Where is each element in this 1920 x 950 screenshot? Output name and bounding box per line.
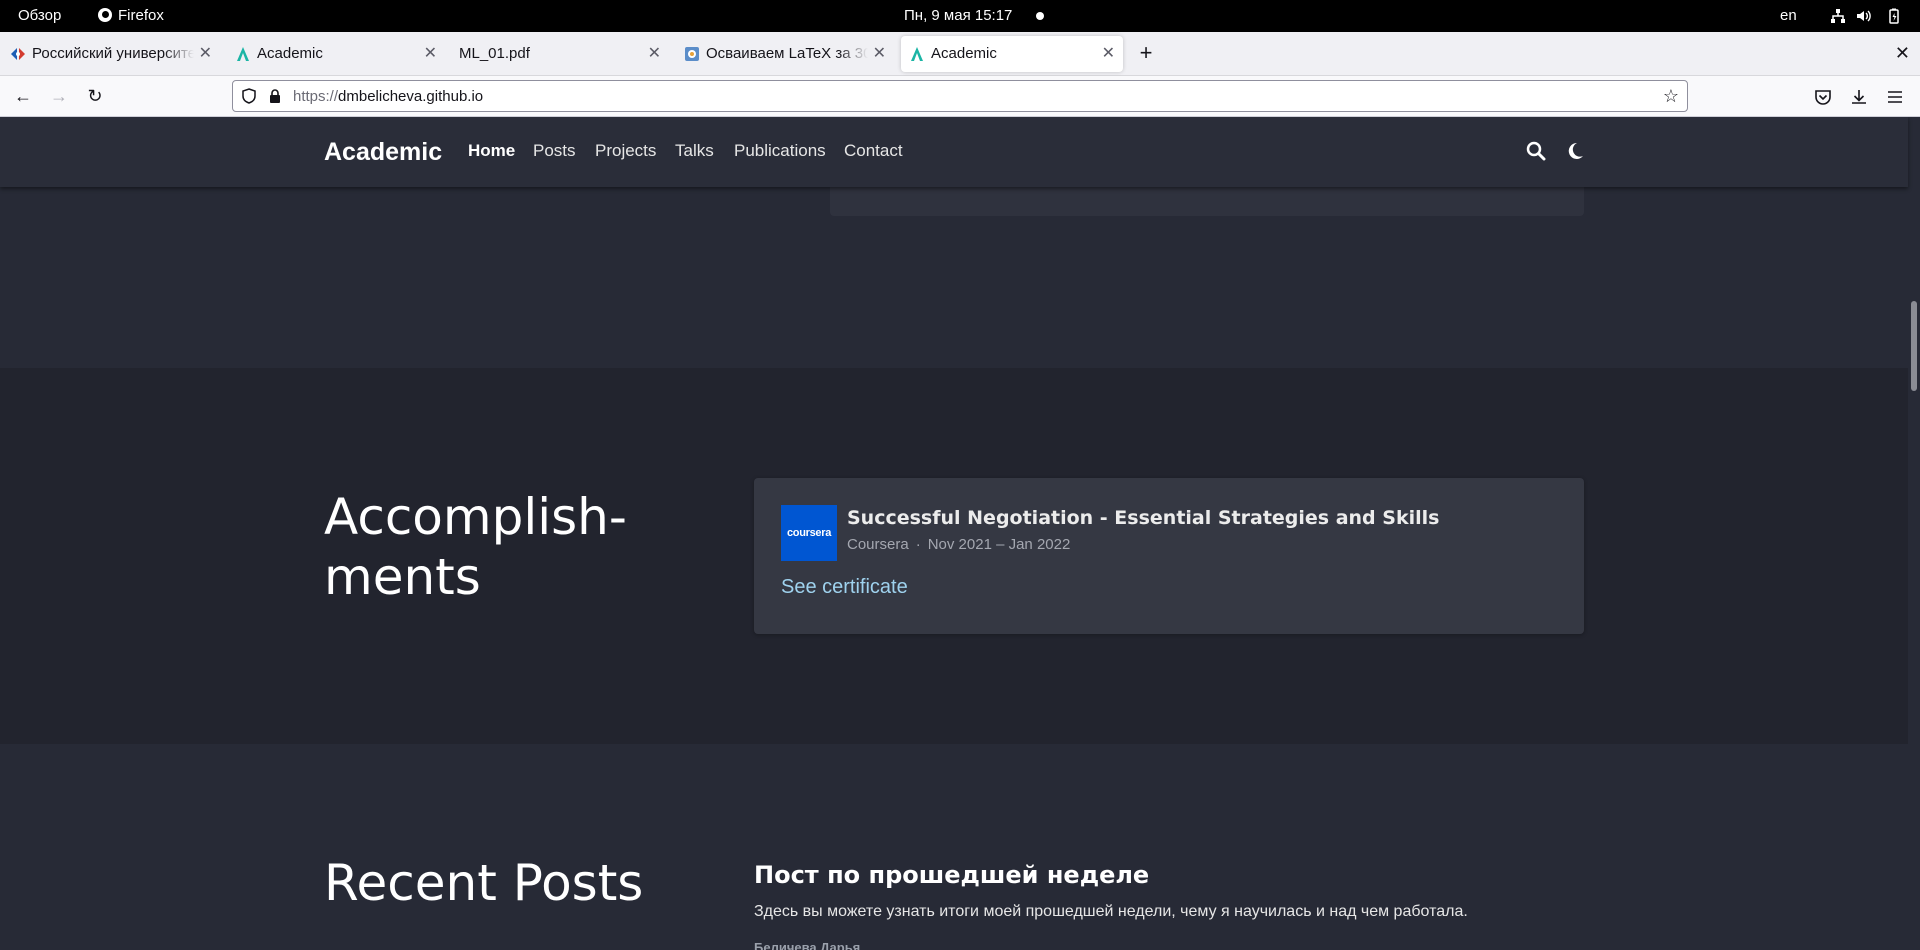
post-author[interactable]: Беличева Дарья <box>754 940 860 950</box>
tab-ml-pdf[interactable]: ML_01.pdf ✕ <box>451 36 669 72</box>
volume-icon[interactable] <box>1856 8 1872 24</box>
post-summary: Здесь вы можете узнать итоги моей прошед… <box>754 903 1468 920</box>
tab-close-icon[interactable]: ✕ <box>199 45 212 63</box>
navigation-toolbar: ← → ↻ https://dmbelicheva.github.io ☆ <box>0 76 1920 117</box>
app-menu[interactable]: Firefox <box>98 0 164 32</box>
url-scheme: https:// <box>293 88 339 105</box>
notification-dot-icon <box>1036 12 1044 20</box>
accomplishment-card: coursera Successful Negotiation - Essent… <box>754 478 1584 634</box>
firefox-icon <box>98 8 112 22</box>
reload-button[interactable]: ↻ <box>82 84 108 110</box>
forward-button[interactable]: → <box>46 84 72 110</box>
menu-publications[interactable]: Publications <box>734 141 826 161</box>
accomplishment-meta: Coursera · Nov 2021 – Jan 2022 <box>847 536 1070 553</box>
accomplishment-organization[interactable]: Coursera <box>847 536 909 553</box>
rudn-favicon-icon <box>11 48 25 60</box>
meta-separator: · <box>915 536 921 553</box>
tab-close-icon[interactable]: ✕ <box>648 45 661 63</box>
lock-icon[interactable] <box>267 88 283 104</box>
tab-academic-active[interactable]: Academic ✕ <box>901 36 1123 72</box>
menu-projects[interactable]: Projects <box>595 141 656 161</box>
url-text[interactable]: https://dmbelicheva.github.io <box>293 88 483 105</box>
tab-close-icon[interactable]: ✕ <box>1102 45 1115 63</box>
tab-title: ML_01.pdf <box>459 45 530 62</box>
accomplishment-dates: Nov 2021 – Jan 2022 <box>927 536 1071 553</box>
tab-close-icon[interactable]: ✕ <box>873 45 886 63</box>
accomplishment-title: Successful Negotiation - Essential Strat… <box>847 507 1440 529</box>
menu-talks[interactable]: Talks <box>675 141 714 161</box>
heading-line: ments <box>324 548 481 606</box>
page-scrollbar[interactable] <box>1908 117 1920 950</box>
new-tab-button[interactable]: + <box>1132 40 1160 68</box>
clock[interactable]: Пн, 9 мая 15:17 <box>904 0 1012 32</box>
shield-icon[interactable] <box>241 88 257 104</box>
tab-fade <box>838 36 868 72</box>
tab-close-icon[interactable]: ✕ <box>424 45 437 63</box>
tab-title: Academic <box>257 45 323 62</box>
url-host: dmbelicheva.github.io <box>338 88 484 105</box>
tab-title: Academic <box>931 45 997 62</box>
system-top-bar: Обзор Firefox Пн, 9 мая 15:17 en <box>0 0 1920 32</box>
menu-home[interactable]: Home <box>468 141 515 161</box>
scrollbar-thumb[interactable] <box>1911 301 1917 391</box>
site-navbar: Academic Home Posts Projects Talks Publi… <box>0 117 1908 187</box>
pocket-icon[interactable] <box>1814 88 1832 106</box>
back-button[interactable]: ← <box>10 84 36 110</box>
network-icon[interactable] <box>1830 8 1846 24</box>
recent-posts-heading: Recent Posts <box>324 854 644 912</box>
latex-favicon-icon <box>685 47 699 61</box>
tab-fade <box>164 36 194 72</box>
tab-latex[interactable]: Осваиваем LaTeX за 30 м ✕ <box>676 36 894 72</box>
search-icon[interactable] <box>1526 141 1546 161</box>
coursera-logo[interactable]: coursera <box>781 505 837 561</box>
hamburger-menu-icon[interactable] <box>1886 88 1904 106</box>
battery-icon[interactable] <box>1886 8 1902 24</box>
dark-mode-moon-icon[interactable] <box>1565 141 1585 161</box>
site-brand[interactable]: Academic <box>324 138 442 167</box>
accomplishments-heading: Accomplish- ments <box>324 487 627 607</box>
downloads-icon[interactable] <box>1850 88 1868 106</box>
url-bar[interactable]: https://dmbelicheva.github.io ☆ <box>232 80 1688 112</box>
window-close-button[interactable]: ✕ <box>1895 40 1910 66</box>
web-page: Academic Home Posts Projects Talks Publi… <box>0 117 1920 950</box>
previous-section-card <box>830 187 1584 216</box>
menu-posts[interactable]: Posts <box>533 141 576 161</box>
academic-favicon-icon <box>911 47 923 61</box>
app-menu-label: Firefox <box>118 7 164 24</box>
academic-favicon-icon <box>237 47 249 61</box>
see-certificate-link[interactable]: See certificate <box>781 576 908 599</box>
tab-rudn[interactable]: Российский университет ✕ <box>2 36 220 72</box>
tab-strip: Российский университет ✕ Academic ✕ ML_0… <box>0 32 1920 76</box>
activities-button[interactable]: Обзор <box>18 0 61 32</box>
post-title-link[interactable]: Пост по прошедшей неделе <box>754 861 1149 889</box>
accomplishments-section: Accomplish- ments coursera Successful Ne… <box>0 368 1908 744</box>
heading-line: Accomplish- <box>324 488 627 546</box>
bookmark-star-icon[interactable]: ☆ <box>1663 86 1679 107</box>
menu-contact[interactable]: Contact <box>844 141 903 161</box>
tab-academic-1[interactable]: Academic ✕ <box>227 36 445 72</box>
keyboard-layout-indicator[interactable]: en <box>1780 0 1797 32</box>
